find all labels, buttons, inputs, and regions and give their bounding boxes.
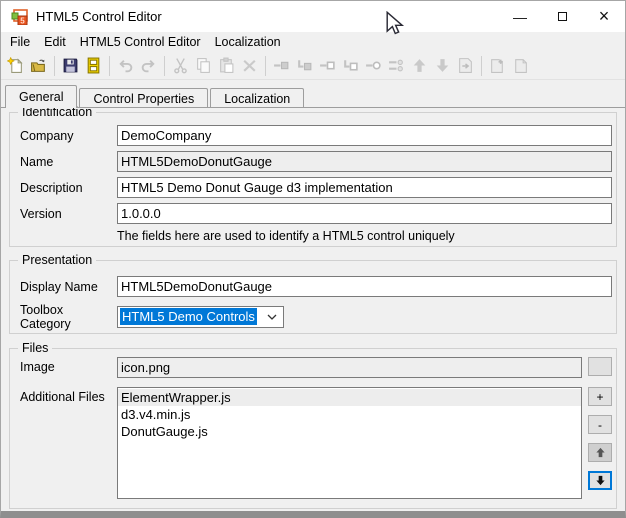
- display-name-label: Display Name: [20, 280, 98, 294]
- move-up-icon[interactable]: [408, 54, 431, 78]
- toolbar-separator: [54, 55, 55, 76]
- presentation-groupbox: Presentation Display Name Toolbox Catego…: [9, 253, 617, 334]
- open-icon[interactable]: [27, 54, 50, 78]
- presentation-legend: Presentation: [18, 253, 97, 267]
- app-icon: 5: [11, 8, 28, 25]
- company-label: Company: [20, 129, 74, 143]
- name-input: [117, 151, 612, 172]
- new-document-icon[interactable]: [4, 54, 27, 78]
- paste-icon[interactable]: [215, 54, 238, 78]
- image-input: [117, 357, 582, 378]
- save-control-library-icon[interactable]: [82, 54, 105, 78]
- delete-icon[interactable]: [238, 54, 261, 78]
- company-input[interactable]: [117, 125, 612, 146]
- undo-icon[interactable]: [114, 54, 137, 78]
- description-label: Description: [20, 181, 83, 195]
- export-localization-icon[interactable]: [509, 54, 532, 78]
- cut-icon[interactable]: [169, 54, 192, 78]
- arrow-up-icon: [595, 447, 605, 458]
- tab-general[interactable]: General: [5, 85, 78, 108]
- copy-icon[interactable]: [192, 54, 215, 78]
- add-localization-icon[interactable]: [486, 54, 509, 78]
- toolbar-separator: [265, 55, 266, 76]
- version-input[interactable]: [117, 203, 612, 224]
- toolbar-separator: [164, 55, 165, 76]
- toolbox-category-combobox[interactable]: HTML5 Demo Controls: [117, 305, 284, 328]
- minimize-button[interactable]: —: [499, 1, 541, 32]
- additional-files-listbox[interactable]: ElementWrapper.js d3.v4.min.js DonutGaug…: [117, 387, 582, 499]
- window-title: HTML5 Control Editor: [36, 9, 162, 24]
- maximize-button[interactable]: [541, 1, 583, 32]
- additional-files-label: Additional Files: [20, 390, 105, 404]
- image-label: Image: [20, 360, 55, 374]
- link-method-icon[interactable]: [362, 54, 385, 78]
- identification-groupbox: Identification Company Name Description …: [9, 105, 617, 247]
- menu-item-html5-control-editor[interactable]: HTML5 Control Editor: [73, 33, 208, 51]
- toolbar-separator: [109, 55, 110, 76]
- add-file-button[interactable]: +: [588, 387, 612, 406]
- menu-bar: File Edit HTML5 Control Editor Localizat…: [1, 32, 625, 52]
- tab-strip: General Control Properties Localization: [1, 85, 625, 108]
- toolbar-separator: [481, 55, 482, 76]
- identification-note: The fields here are used to identify a H…: [117, 229, 455, 243]
- move-file-up-button[interactable]: [588, 443, 612, 462]
- link-list-icon[interactable]: [385, 54, 408, 78]
- version-label: Version: [20, 207, 62, 221]
- redo-icon[interactable]: [137, 54, 160, 78]
- link-event-icon[interactable]: [293, 54, 316, 78]
- maximize-icon: [557, 12, 567, 21]
- link-property-empty-icon[interactable]: [316, 54, 339, 78]
- tab-localization[interactable]: Localization: [210, 88, 305, 107]
- mouse-cursor-icon: [386, 11, 405, 35]
- menu-item-edit[interactable]: Edit: [37, 33, 73, 51]
- files-groupbox: Files Image Additional Files ElementWrap…: [9, 341, 617, 509]
- svg-text:5: 5: [20, 16, 25, 25]
- tab-divider: [1, 107, 625, 108]
- move-file-down-button[interactable]: [588, 471, 612, 490]
- link-property-icon[interactable]: [270, 54, 293, 78]
- toolbox-category-selected-value: HTML5 Demo Controls: [120, 308, 257, 325]
- arrow-down-icon: [595, 475, 605, 486]
- image-browse-button[interactable]: [588, 357, 612, 376]
- menu-item-file[interactable]: File: [3, 33, 37, 51]
- toolbar: [1, 52, 625, 80]
- name-label: Name: [20, 155, 54, 169]
- display-name-input[interactable]: [117, 276, 612, 297]
- menu-item-localization[interactable]: Localization: [208, 33, 288, 51]
- description-input[interactable]: [117, 177, 612, 198]
- generate-file-icon[interactable]: [454, 54, 477, 78]
- move-down-icon[interactable]: [431, 54, 454, 78]
- files-legend: Files: [18, 341, 53, 355]
- link-event-empty-icon[interactable]: [339, 54, 362, 78]
- list-item[interactable]: DonutGauge.js: [118, 423, 581, 440]
- toolbox-category-label: Toolbox Category: [20, 303, 71, 331]
- remove-file-button[interactable]: -: [588, 415, 612, 434]
- html5-control-editor-window: 5 HTML5 Control Editor — × File Edit HTM…: [0, 0, 626, 518]
- chevron-down-icon: [267, 314, 277, 320]
- list-item[interactable]: d3.v4.min.js: [118, 406, 581, 423]
- tab-control-properties[interactable]: Control Properties: [79, 88, 209, 107]
- close-button[interactable]: ×: [583, 1, 625, 32]
- save-icon[interactable]: [59, 54, 82, 78]
- list-item[interactable]: ElementWrapper.js: [118, 389, 581, 406]
- title-bar: 5 HTML5 Control Editor — ×: [1, 1, 625, 32]
